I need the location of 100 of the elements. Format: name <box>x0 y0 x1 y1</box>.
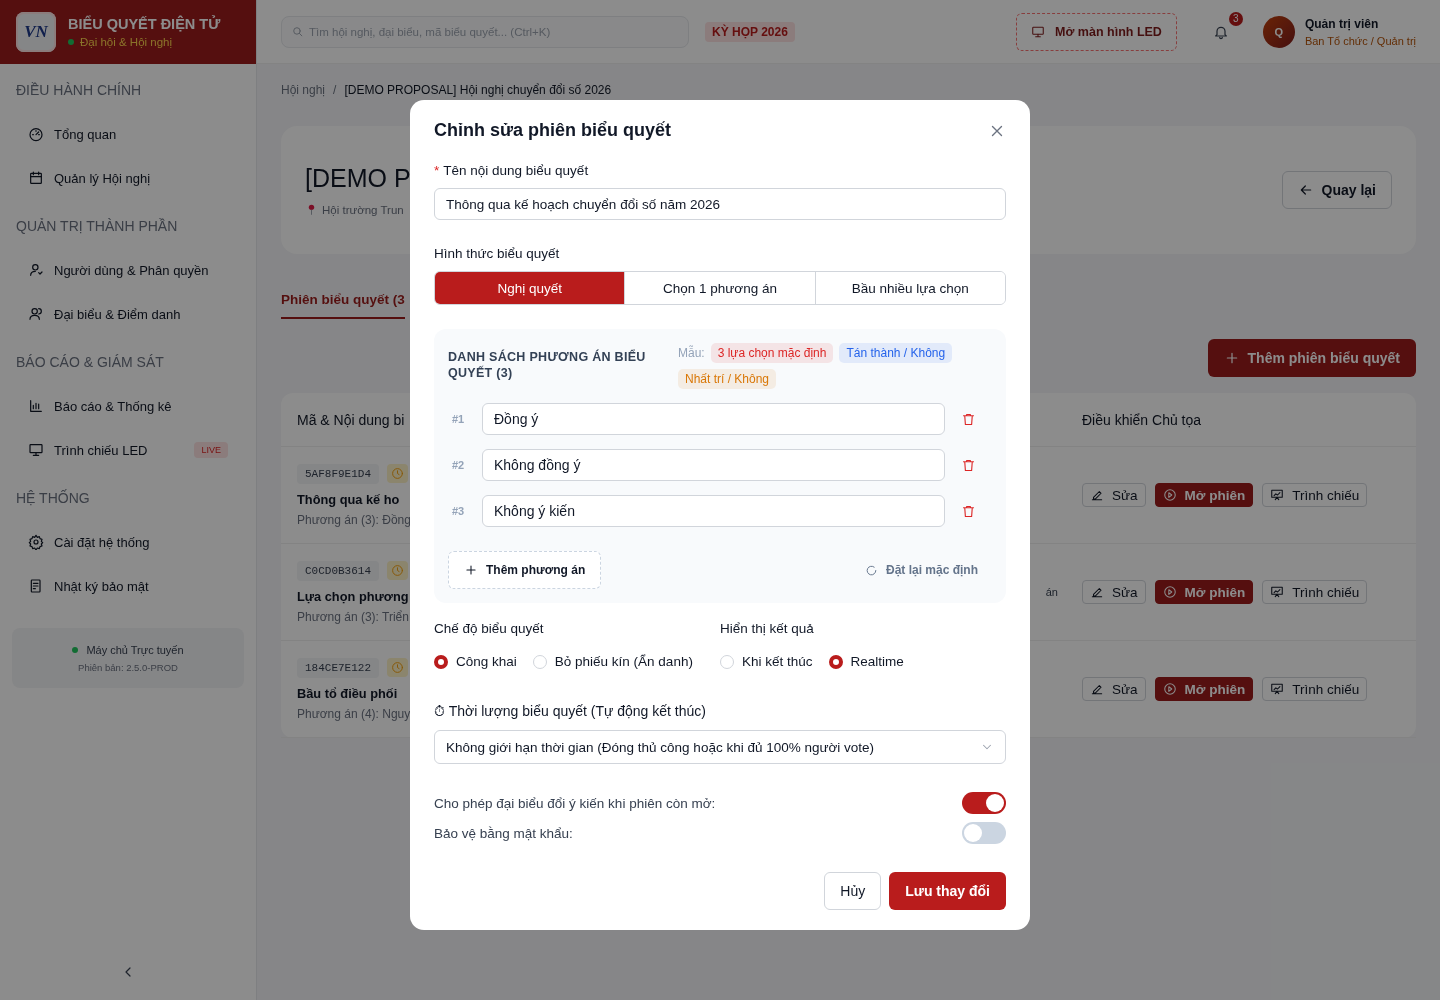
gauge-icon <box>28 126 44 142</box>
template-chip[interactable]: Tán thành / Không <box>839 343 953 363</box>
led-button[interactable]: Mở màn hình LED <box>1016 12 1177 51</box>
save-button[interactable]: Lưu thay đổi <box>889 872 1006 910</box>
status-dot <box>68 39 74 45</box>
add-session-button[interactable]: Thêm phiên biểu quyết <box>1207 339 1416 377</box>
notification-badge: 3 <box>1228 11 1243 26</box>
session-options: Phương án (3): Triển <box>297 609 409 624</box>
version-text: Phiên bản: 2.5.0-PROD <box>78 661 178 673</box>
monitor-icon <box>1031 24 1046 39</box>
radio-option[interactable]: Bỏ phiếu kín (Ẩn danh) <box>532 654 693 669</box>
column-header: Mã & Nội dung bi <box>297 411 405 428</box>
conference-title: [DEMO P <box>305 164 411 193</box>
back-button[interactable]: Quay lại <box>1281 171 1392 209</box>
sidebar-item[interactable]: Trình chiếu LED <box>54 442 148 458</box>
add-option-button[interactable]: Thêm phương án <box>448 551 602 589</box>
delete-button[interactable] <box>961 457 976 473</box>
user-avatar[interactable]: Q <box>1262 15 1295 48</box>
reset-button[interactable]: Đặt lại mặc định <box>858 562 984 578</box>
dialog-title: Chỉnh sửa phiên biểu quyết <box>434 120 672 141</box>
session-code: 5AF8F9E1D4 <box>297 463 379 484</box>
sidebar-item[interactable]: Quản lý Hội nghị <box>54 170 151 186</box>
table-cell: án <box>1045 586 1058 598</box>
present-button[interactable]: Trình chiếu <box>1262 483 1368 507</box>
section-heading: BÁO CÁO & GIÁM SÁT <box>15 353 165 372</box>
option-input[interactable]: Không đồng ý <box>482 449 945 481</box>
sidebar-item[interactable]: Tổng quan <box>54 126 117 142</box>
session-code: 184CE7E122 <box>297 657 379 678</box>
column-header: Điều khiển Chủ tọa <box>1082 411 1202 428</box>
open-session-button[interactable]: Mở phiên <box>1154 580 1254 604</box>
breadcrumb-item[interactable]: Hội nghị <box>281 83 326 97</box>
present-button[interactable]: Trình chiếu <box>1262 677 1368 701</box>
trash-icon <box>961 457 976 473</box>
edit-button[interactable]: Sửa <box>1082 677 1146 701</box>
logo: VN <box>16 12 56 52</box>
sidebar-item[interactable]: Cài đặt hệ thống <box>54 534 150 550</box>
sidebar-item[interactable]: Nhật ký bảo mật <box>54 578 149 594</box>
title-input[interactable]: Thông qua kế hoạch chuyển đổi số năm 2026 <box>434 188 1006 220</box>
user-icon <box>28 262 44 278</box>
session-code: C0CD0B3614 <box>297 560 379 581</box>
breadcrumb-item: [DEMO PROPOSAL] Hội nghị chuyển đổi số 2026 <box>344 83 612 97</box>
delete-button[interactable] <box>961 411 976 427</box>
field-label: Hình thức biểu quyết <box>434 246 560 261</box>
option-input[interactable]: Không ý kiến <box>482 495 945 527</box>
calendar-icon <box>28 170 44 186</box>
delete-button[interactable] <box>961 503 976 519</box>
open-session-button[interactable]: Mở phiên <box>1154 677 1254 701</box>
session-title: Thông qua kế ho <box>297 491 401 507</box>
template-label: Mẫu: <box>678 346 705 360</box>
sidebar-item[interactable]: Đại biểu & Điểm danh <box>54 306 181 322</box>
sidebar-item[interactable]: Người dùng & Phân quyền <box>54 262 209 278</box>
edit-button[interactable]: Sửa <box>1082 483 1146 507</box>
present-button[interactable]: Trình chiếu <box>1262 580 1368 604</box>
template-chip[interactable]: 3 lựa chọn mặc định <box>710 343 834 363</box>
user-name: Quản trị viên <box>1304 16 1380 31</box>
toggle-switch[interactable] <box>962 822 1006 844</box>
presentation-icon <box>1270 682 1285 696</box>
pencil-icon <box>1090 682 1104 696</box>
play-icon <box>1162 682 1177 696</box>
cancel-button[interactable]: Hủy <box>824 872 882 910</box>
panel-heading: DANH SÁCH PHƯƠNG ÁN BIỂU QUYẾT (3) <box>448 349 647 382</box>
select-value: Không giới hạn thời gian (Đóng thủ công hoặc khi đủ 100% người vote) <box>446 739 875 755</box>
sidebar-item[interactable]: Báo cáo & Thống kê <box>54 398 172 414</box>
radio-option[interactable]: Khi kết thúc <box>720 654 813 669</box>
app-subtitle: Đại hội & Hội nghị <box>80 36 173 48</box>
session-title: Bầu tổ điều phối <box>297 685 399 701</box>
users-icon <box>28 306 44 322</box>
vote-type-option[interactable]: Nghị quyết <box>435 272 626 304</box>
plus-icon <box>464 563 478 577</box>
session-title: Lựa chọn phương <box>297 588 409 604</box>
monitor-icon <box>28 442 44 458</box>
option-number: #1 <box>451 413 466 425</box>
pencil-icon <box>1090 488 1104 502</box>
option-input[interactable]: Đồng ý <box>482 403 945 435</box>
field-label: ⏱ Thời lượng biểu quyết (Tự động kết thúc) <box>434 703 707 720</box>
session-tag: KỲ HỌP 2026 <box>705 21 795 42</box>
presentation-icon <box>1270 488 1285 502</box>
radio-option[interactable]: Realtime <box>828 654 904 669</box>
field-label: Hiển thị kết quả <box>720 621 815 636</box>
trash-icon <box>961 411 976 427</box>
document-icon <box>28 578 44 594</box>
open-session-button[interactable]: Mở phiên <box>1154 483 1254 507</box>
play-icon <box>1162 585 1177 599</box>
section-heading: HỆ THỐNG <box>15 488 91 508</box>
live-badge: LIVE <box>194 442 228 458</box>
required-mark: * <box>434 163 440 178</box>
session-options: Phương án (3): Đồng <box>297 512 411 527</box>
radio-option[interactable]: Công khai <box>434 654 517 669</box>
presentation-icon <box>1270 585 1285 599</box>
user-role: Ban Tổ chức / Quản trị <box>1304 34 1416 47</box>
tab[interactable]: Phiên biểu quyết (3 <box>281 292 405 319</box>
reset-icon <box>864 563 878 577</box>
edit-button[interactable]: Sửa <box>1082 580 1146 604</box>
session-options: Phương án (4): Nguy <box>297 706 411 721</box>
play-icon <box>1162 488 1177 502</box>
conference-location: Hội trường Trun <box>322 203 404 216</box>
toggle-switch[interactable] <box>962 792 1006 814</box>
duration-select[interactable]: Không giới hạn thời gian (Đóng thủ công hoặc khi đủ 100% người vote) <box>434 730 1006 764</box>
field-label: Chế độ biểu quyết <box>434 621 545 636</box>
toggle-label: Cho phép đại biểu đổi ý kiến khi phiên còn mở: <box>434 795 716 811</box>
